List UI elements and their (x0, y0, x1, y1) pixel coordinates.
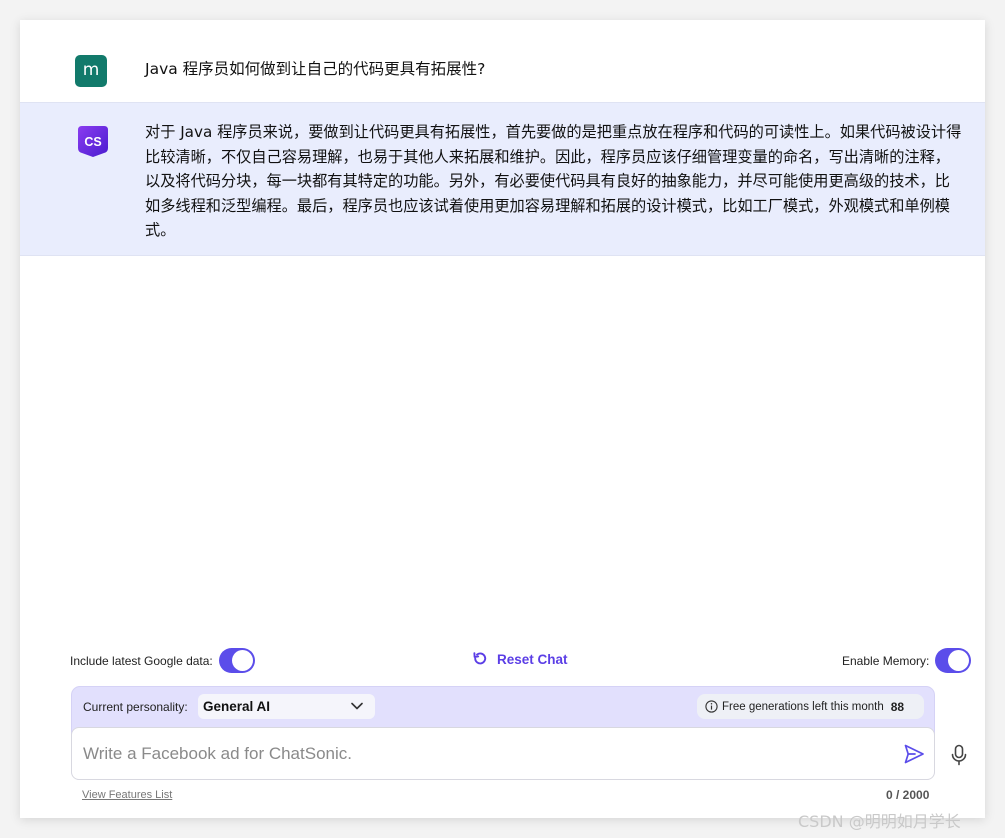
reset-icon (473, 652, 487, 665)
message-input-box (71, 727, 935, 780)
message-input[interactable] (83, 740, 883, 768)
view-features-link[interactable]: View Features List (82, 789, 172, 801)
memory-toggle[interactable] (935, 648, 971, 673)
google-data-toggle[interactable] (219, 648, 255, 673)
chevron-down-icon (351, 702, 363, 710)
personality-select[interactable]: General AI (198, 694, 375, 719)
toggle-knob (948, 650, 969, 671)
google-data-label: Include latest Google data: (70, 654, 213, 668)
chatsonic-logo-icon: CS (78, 126, 108, 157)
user-message-row: m Java 程序员如何做到让自己的代码更具有拓展性? (20, 20, 985, 102)
watermark: CSDN @明明如月学长 (798, 812, 961, 831)
info-icon (705, 700, 718, 713)
microphone-icon[interactable] (950, 744, 968, 766)
personality-value: General AI (203, 699, 271, 714)
free-generations-label: Free generations left this month (722, 700, 884, 713)
free-generations-badge: Free generations left this month 88 (697, 694, 924, 719)
memory-label: Enable Memory: (842, 654, 930, 668)
user-avatar: m (75, 55, 107, 87)
bot-message-row: CS 对于 Java 程序员来说，要做到让代码更具有拓展性，首先要做的是把重点放… (20, 102, 985, 256)
user-message-text: Java 程序员如何做到让自己的代码更具有拓展性? (145, 60, 486, 78)
send-icon[interactable] (903, 743, 925, 765)
bot-message-text: 对于 Java 程序员来说，要做到让代码更具有拓展性，首先要做的是把重点放在程序… (145, 123, 962, 239)
bot-avatar-text: CS (84, 135, 101, 149)
reset-chat-button[interactable]: Reset Chat (472, 651, 568, 667)
toggle-knob (232, 650, 253, 671)
free-generations-count: 88 (890, 699, 905, 714)
personality-label: Current personality: (83, 700, 188, 714)
chat-window: m Java 程序员如何做到让自己的代码更具有拓展性? CS 对于 Java 程… (20, 20, 985, 818)
character-count: 0 / 2000 (886, 788, 930, 802)
reset-chat-label: Reset Chat (497, 651, 568, 667)
chat-controls-bar: Include latest Google data: Reset Chat E… (70, 648, 972, 674)
composer-panel: Current personality: General AI Free gen… (71, 686, 935, 780)
